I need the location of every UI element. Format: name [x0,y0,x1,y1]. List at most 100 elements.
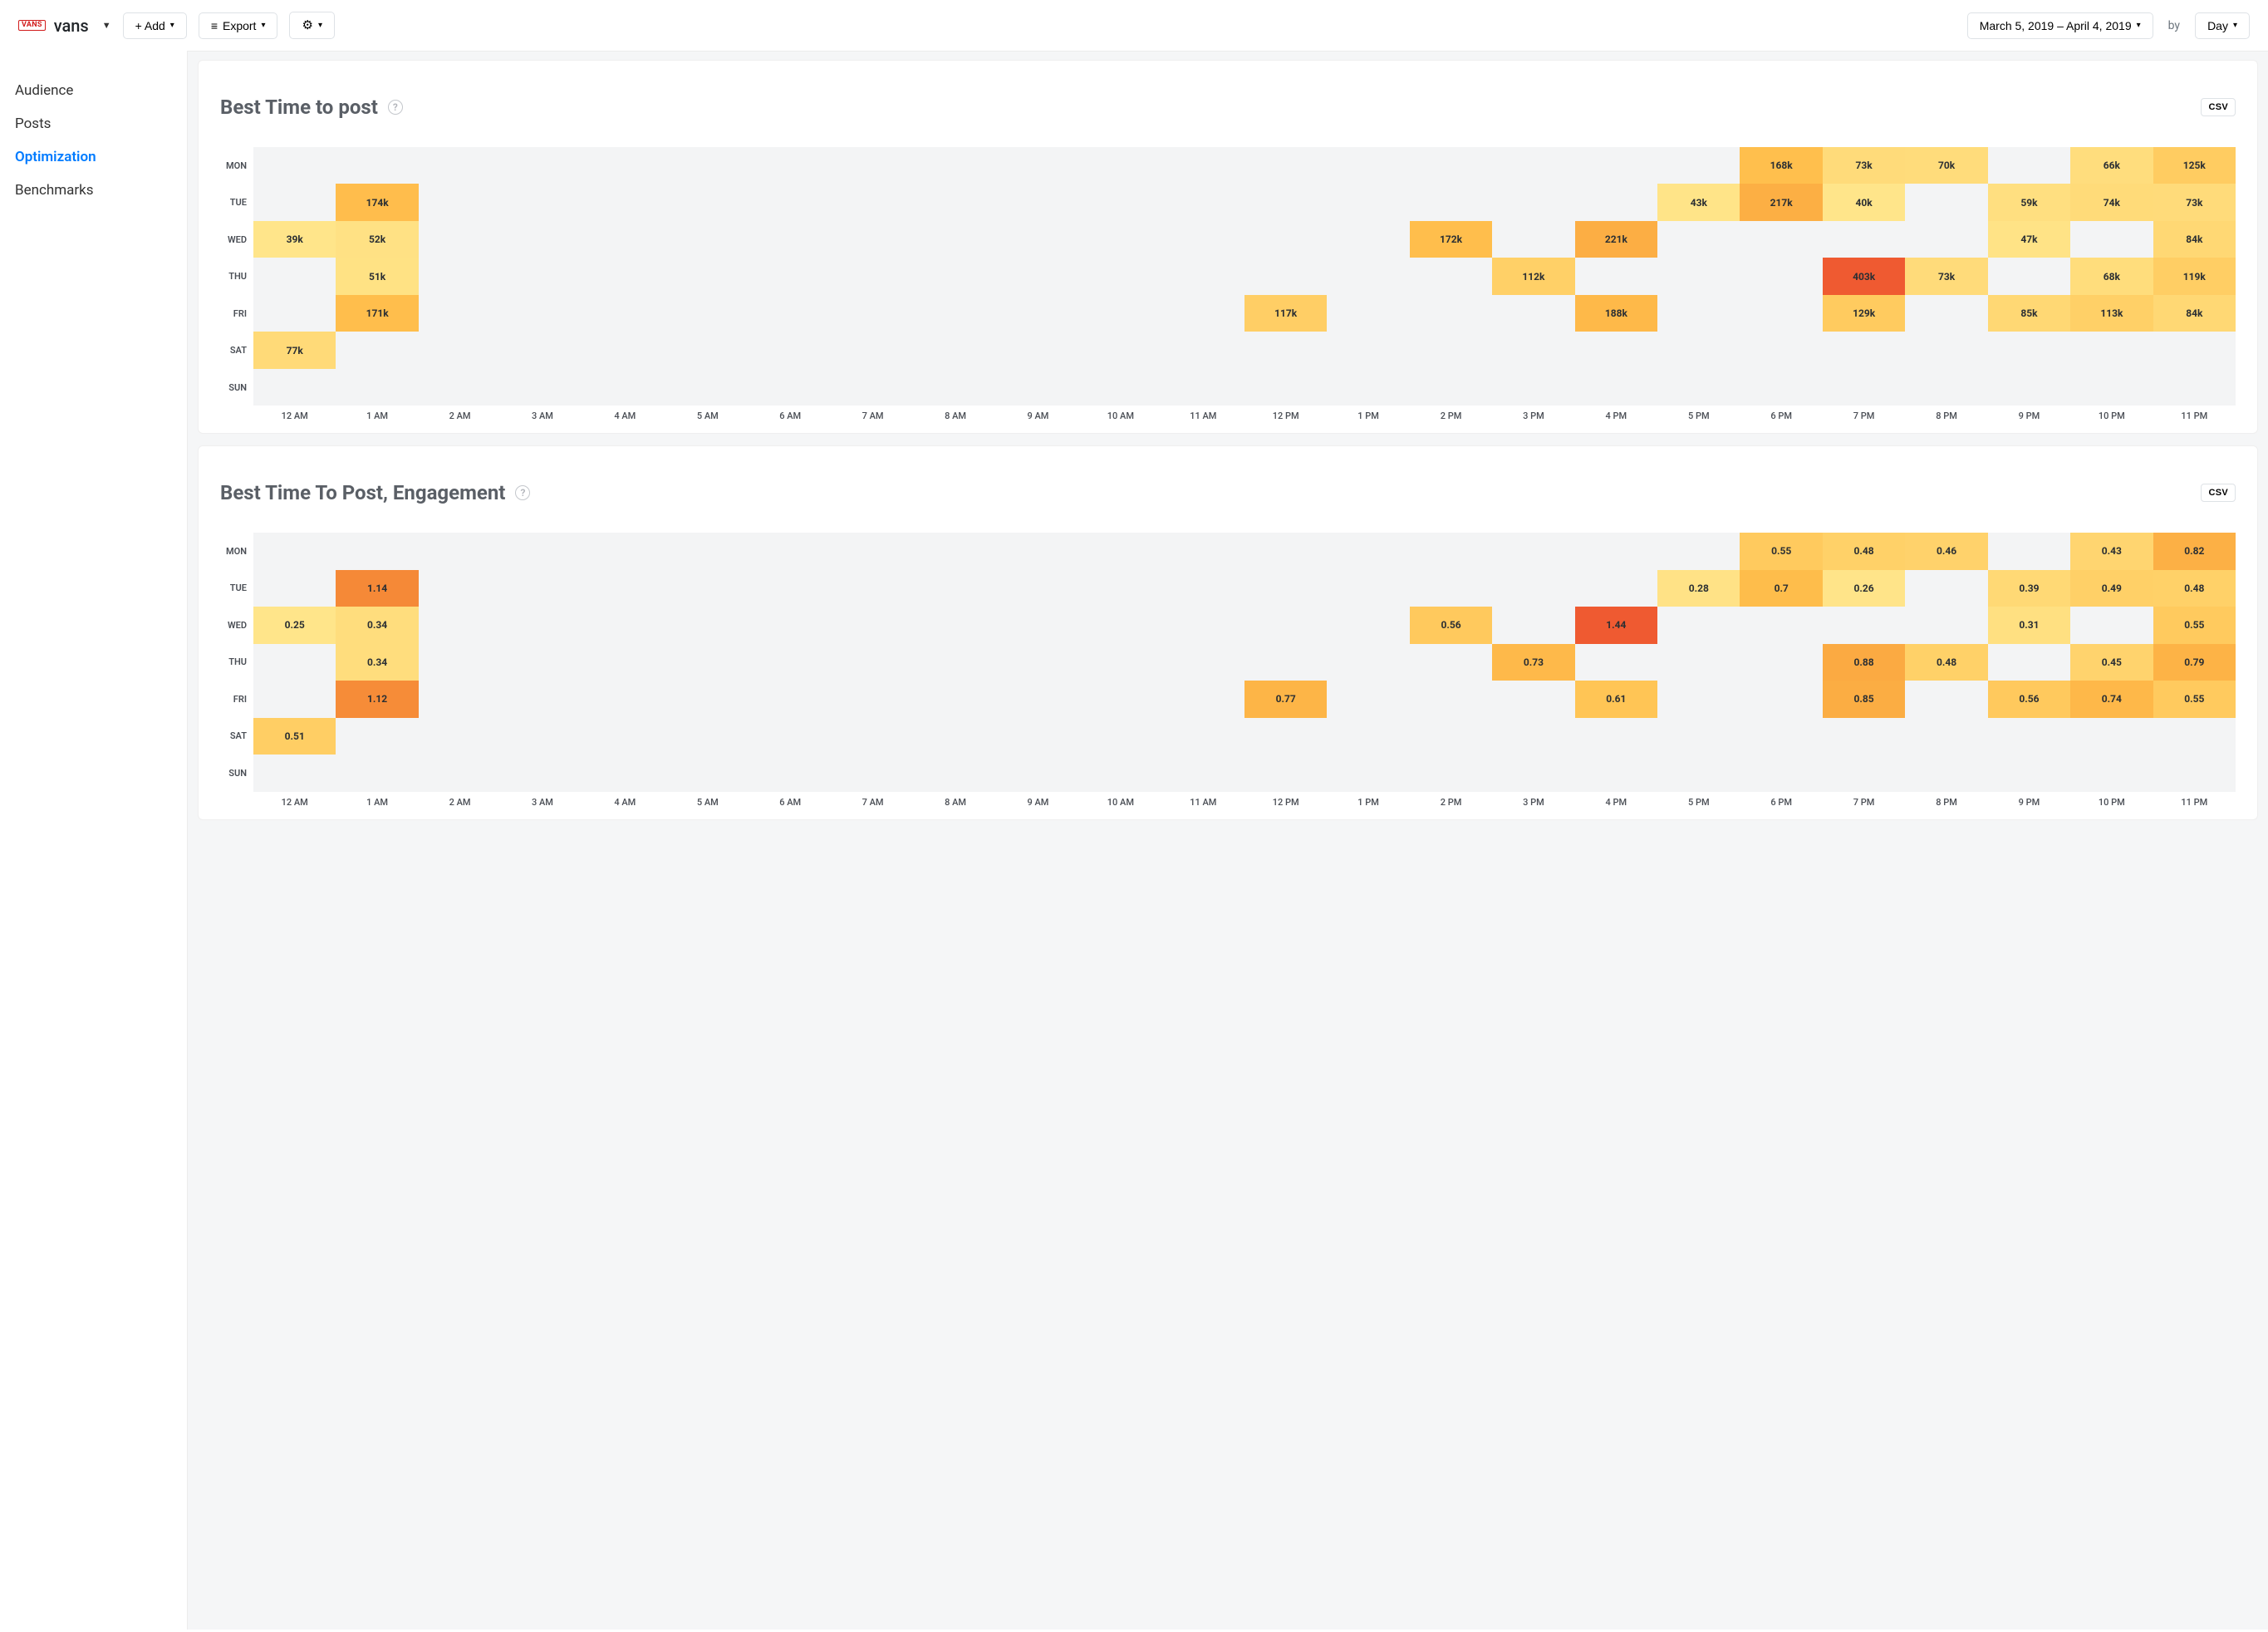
heatmap-cell[interactable] [1492,570,1574,607]
heatmap-cell[interactable] [1244,184,1327,221]
heatmap-cell[interactable] [584,607,666,644]
heatmap-cell[interactable] [666,644,749,681]
heatmap-cell[interactable] [1575,258,1657,295]
heatmap-cell[interactable] [1244,258,1327,295]
heatmap-cell[interactable] [1079,681,1161,718]
heatmap-cell[interactable] [1327,718,1409,755]
heatmap-cell[interactable] [2070,755,2153,792]
heatmap-cell[interactable] [749,681,831,718]
heatmap-cell[interactable] [666,718,749,755]
heatmap-cell[interactable] [1905,184,1987,221]
heatmap-cell[interactable] [2153,369,2236,406]
heatmap-cell[interactable] [1988,533,2070,570]
heatmap-cell[interactable] [1410,755,1492,792]
heatmap-cell[interactable] [1657,332,1740,369]
heatmap-cell[interactable] [253,644,336,681]
heatmap-cell[interactable] [1657,221,1740,258]
heatmap-cell[interactable] [1079,184,1161,221]
heatmap-cell[interactable] [1327,533,1409,570]
heatmap-cell[interactable]: 0.46 [1905,533,1987,570]
heatmap-cell[interactable]: 221k [1575,221,1657,258]
heatmap-cell[interactable] [419,147,501,184]
heatmap-cell[interactable] [584,681,666,718]
heatmap-cell[interactable]: 0.56 [1410,607,1492,644]
heatmap-cell[interactable] [1823,607,1905,644]
heatmap-cell[interactable] [584,755,666,792]
heatmap-cell[interactable] [1492,533,1574,570]
heatmap-cell[interactable] [584,718,666,755]
heatmap-cell[interactable] [1575,184,1657,221]
heatmap-cell[interactable]: 172k [1410,221,1492,258]
heatmap-cell[interactable] [832,681,914,718]
heatmap-cell[interactable] [1244,221,1327,258]
heatmap-cell[interactable] [336,718,418,755]
heatmap-cell[interactable] [1162,332,1244,369]
heatmap-cell[interactable]: 125k [2153,147,2236,184]
csv-export-button[interactable]: CSV [2201,484,2236,502]
heatmap-cell[interactable] [666,607,749,644]
heatmap-cell[interactable] [419,607,501,644]
heatmap-cell[interactable] [1162,681,1244,718]
heatmap-cell[interactable] [1575,644,1657,681]
heatmap-cell[interactable] [501,533,583,570]
group-by-selector[interactable]: Day ▾ [2195,12,2250,39]
heatmap-cell[interactable] [1740,644,1822,681]
heatmap-cell[interactable] [914,295,996,332]
heatmap-cell[interactable] [1244,718,1327,755]
heatmap-cell[interactable] [501,221,583,258]
heatmap-cell[interactable] [1079,258,1161,295]
heatmap-cell[interactable] [1823,332,1905,369]
heatmap-cell[interactable] [501,295,583,332]
heatmap-cell[interactable]: 217k [1740,184,1822,221]
heatmap-cell[interactable] [666,332,749,369]
heatmap-cell[interactable] [997,718,1079,755]
heatmap-cell[interactable] [666,681,749,718]
heatmap-cell[interactable] [1327,644,1409,681]
heatmap-cell[interactable] [1988,258,2070,295]
heatmap-cell[interactable] [1079,570,1161,607]
heatmap-cell[interactable] [253,533,336,570]
heatmap-cell[interactable]: 0.55 [2153,607,2236,644]
heatmap-cell[interactable] [1162,258,1244,295]
heatmap-cell[interactable] [1657,644,1740,681]
heatmap-cell[interactable] [1327,258,1409,295]
heatmap-cell[interactable] [914,644,996,681]
heatmap-cell[interactable]: 0.55 [2153,681,2236,718]
heatmap-cell[interactable] [336,369,418,406]
heatmap-cell[interactable] [501,184,583,221]
heatmap-cell[interactable] [666,755,749,792]
heatmap-cell[interactable] [666,295,749,332]
heatmap-cell[interactable] [832,533,914,570]
heatmap-cell[interactable] [419,533,501,570]
heatmap-cell[interactable] [1823,221,1905,258]
heatmap-cell[interactable] [997,332,1079,369]
heatmap-cell[interactable] [501,369,583,406]
heatmap-cell[interactable] [1575,332,1657,369]
heatmap-cell[interactable] [1575,755,1657,792]
heatmap-cell[interactable] [832,221,914,258]
heatmap-cell[interactable] [1740,295,1822,332]
heatmap-cell[interactable] [1905,332,1987,369]
heatmap-cell[interactable] [1657,258,1740,295]
heatmap-cell[interactable] [997,681,1079,718]
heatmap-cell[interactable] [1410,718,1492,755]
heatmap-cell[interactable] [1492,607,1574,644]
heatmap-cell[interactable] [584,533,666,570]
heatmap-cell[interactable] [419,258,501,295]
heatmap-cell[interactable] [419,221,501,258]
heatmap-cell[interactable]: 84k [2153,295,2236,332]
heatmap-cell[interactable]: 0.31 [1988,607,2070,644]
heatmap-cell[interactable] [1740,607,1822,644]
heatmap-cell[interactable] [1575,718,1657,755]
heatmap-cell[interactable] [1905,718,1987,755]
heatmap-cell[interactable] [914,533,996,570]
heatmap-cell[interactable] [1657,295,1740,332]
heatmap-cell[interactable] [2070,221,2153,258]
heatmap-cell[interactable]: 0.26 [1823,570,1905,607]
heatmap-cell[interactable] [584,295,666,332]
heatmap-cell[interactable] [914,221,996,258]
heatmap-cell[interactable] [1823,755,1905,792]
heatmap-cell[interactable] [749,369,831,406]
heatmap-cell[interactable] [666,147,749,184]
heatmap-cell[interactable] [1244,533,1327,570]
